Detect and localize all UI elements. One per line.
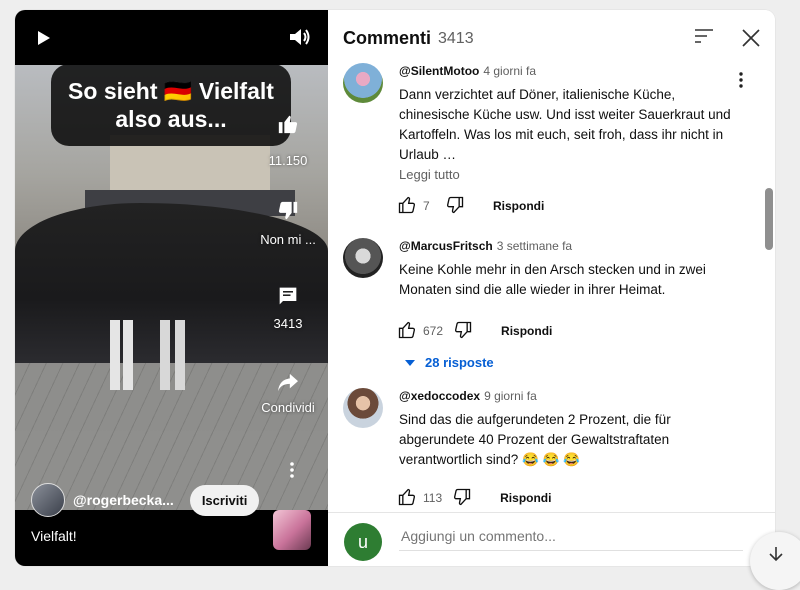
add-comment-bar: u — [328, 512, 775, 566]
comment-author[interactable]: @SilentMotoo 4 giorni fa — [399, 64, 536, 78]
comment-author[interactable]: @xedoccodex 9 giorni fa — [399, 389, 537, 403]
comment-text: Dann verzichtet auf Döner, italienische … — [399, 87, 731, 162]
comments-panel: Commenti 3413 @SilentMotoo 4 giorni fa Da… — [328, 10, 775, 566]
thumbs-up-icon[interactable] — [397, 195, 417, 218]
thumbs-down-icon[interactable] — [452, 487, 472, 510]
reply-button[interactable]: Rispondi — [493, 199, 544, 213]
comment-author[interactable]: @MarcusFritsch 3 settimane fa — [399, 239, 572, 253]
sound-thumbnail[interactable] — [273, 510, 311, 550]
share-icon — [278, 373, 298, 392]
like-button[interactable]: 11.150 — [248, 113, 328, 168]
more-vert-icon[interactable] — [290, 462, 294, 483]
thumbs-down-icon — [278, 201, 298, 220]
share-label: Condividi — [261, 400, 315, 415]
view-replies-button[interactable]: 28 risposte — [405, 355, 494, 370]
channel-row: @rogerbecka... Iscriviti — [31, 483, 260, 517]
subscribe-button[interactable]: Iscriviti — [189, 484, 260, 516]
comment-actions: 7 Rispondi — [397, 194, 544, 218]
comment-time: 4 giorni fa — [483, 64, 537, 78]
comment-item: @xedoccodex 9 giorni fa Sind das die aufg… — [343, 388, 743, 508]
comment-avatar[interactable] — [343, 63, 383, 103]
comment-time: 9 giorni fa — [484, 389, 537, 403]
comment-avatar[interactable] — [343, 388, 383, 428]
comment-text: Keine Kohle mehr in den Arsch stecken un… — [399, 262, 706, 297]
thumbs-up-icon — [278, 115, 298, 134]
video-player[interactable]: So sieht 🇩🇪 Vielfalt also aus... 11.150 … — [15, 10, 328, 566]
share-button[interactable]: Condividi — [248, 372, 328, 415]
comment-item: @MarcusFritsch 3 settimane fa Keine Kohle… — [343, 238, 743, 370]
comment-menu-icon[interactable] — [739, 72, 743, 93]
replies-count: 28 risposte — [425, 355, 494, 370]
thumbs-down-icon[interactable] — [445, 195, 465, 218]
reply-button[interactable]: Rispondi — [500, 491, 551, 505]
volume-icon[interactable] — [289, 27, 311, 52]
thumbs-up-icon[interactable] — [397, 320, 417, 343]
comments-count: 3413 — [273, 316, 303, 331]
play-icon[interactable] — [37, 30, 51, 51]
close-icon[interactable] — [742, 29, 760, 52]
comment-like-count: 672 — [423, 324, 444, 338]
caption-line-1: So sieht 🇩🇪 Vielfalt — [68, 78, 274, 104]
scroll-down-button[interactable] — [750, 532, 800, 590]
comments-title: Commenti — [343, 28, 432, 48]
channel-avatar[interactable] — [31, 483, 65, 517]
comment-item: @SilentMotoo 4 giorni fa Dann verzichtet … — [343, 63, 743, 223]
sort-icon[interactable] — [694, 28, 714, 49]
comments-scrollbar[interactable] — [765, 188, 773, 250]
comment-text: Sind das die aufgerundeten 2 Prozent, di… — [399, 412, 671, 467]
comments-button[interactable]: 3413 — [248, 286, 328, 331]
like-count: 11.150 — [268, 153, 308, 168]
dislike-label: Non mi ... — [260, 232, 316, 247]
comment-like-count: 113 — [423, 491, 443, 505]
dislike-button[interactable]: Non mi ... — [248, 200, 328, 247]
reply-button[interactable]: Rispondi — [501, 324, 552, 338]
arrow-down-icon — [769, 547, 783, 562]
shorts-comments-window: So sieht 🇩🇪 Vielfalt also aus... 11.150 … — [15, 10, 775, 566]
caret-down-icon — [405, 359, 415, 366]
comment-like-count: 7 — [423, 199, 430, 213]
channel-name[interactable]: @rogerbecka... — [73, 492, 174, 508]
thumbs-up-icon[interactable] — [397, 487, 417, 510]
comment-icon — [279, 287, 297, 305]
comments-total: 3413 — [438, 30, 474, 47]
user-avatar[interactable]: u — [344, 523, 382, 561]
thumbs-down-icon[interactable] — [453, 320, 473, 343]
read-more-link[interactable]: Leggi tutto — [399, 167, 460, 182]
comment-actions: 113 Rispondi — [397, 486, 551, 510]
comment-time: 3 settimane fa — [496, 239, 573, 253]
comment-avatar[interactable] — [343, 238, 383, 278]
add-comment-input[interactable] — [399, 527, 743, 551]
comments-header: Commenti 3413 — [328, 10, 775, 66]
video-title: Vielfalt! — [31, 528, 77, 544]
comment-actions: 672 Rispondi — [397, 319, 552, 343]
